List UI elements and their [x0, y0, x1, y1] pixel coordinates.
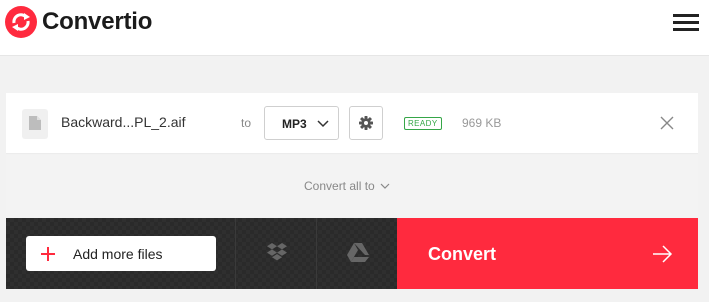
- status-badge: READY: [404, 117, 442, 130]
- hamburger-menu-icon[interactable]: [673, 13, 699, 33]
- file-name: Backward...PL_2.aif: [61, 114, 186, 130]
- remove-file-button[interactable]: [659, 115, 675, 131]
- google-drive-icon: [347, 243, 369, 262]
- brand-name: Convertio: [42, 8, 153, 35]
- convertio-logo-icon: [5, 6, 37, 38]
- file-icon: [22, 109, 48, 139]
- menu-line: [673, 28, 699, 31]
- dropbox-icon: [267, 243, 287, 261]
- menu-line: [673, 14, 699, 17]
- convert-button[interactable]: Convert: [397, 218, 698, 289]
- close-icon: [660, 116, 674, 130]
- menu-line: [673, 21, 699, 24]
- convert-all-bar: Convert all to: [6, 155, 698, 218]
- convert-all-dropdown[interactable]: Convert all to: [304, 179, 390, 193]
- add-more-files-label: Add more files: [73, 246, 163, 262]
- convert-all-label: Convert all to: [304, 179, 375, 193]
- add-more-files-button[interactable]: Add more files: [26, 236, 216, 271]
- settings-button[interactable]: [349, 106, 383, 140]
- gear-icon: [359, 116, 373, 130]
- file-row: Backward...PL_2.aif to MP3 READY 969 KB: [6, 93, 698, 154]
- chevron-down-icon: [380, 183, 390, 189]
- plus-icon: [41, 247, 55, 261]
- dropbox-button[interactable]: [235, 218, 316, 289]
- arrow-right-icon: [653, 245, 673, 263]
- logo[interactable]: Convertio: [5, 6, 152, 38]
- chevron-down-icon: [317, 120, 329, 128]
- action-bar: Add more files Convert: [6, 218, 698, 289]
- convert-label: Convert: [428, 244, 497, 264]
- target-format-select[interactable]: MP3: [264, 106, 339, 140]
- header: Convertio: [0, 0, 709, 56]
- to-label: to: [241, 116, 252, 130]
- target-format-value: MP3: [282, 117, 307, 131]
- file-size: 969 KB: [462, 116, 502, 130]
- google-drive-button[interactable]: [316, 218, 397, 289]
